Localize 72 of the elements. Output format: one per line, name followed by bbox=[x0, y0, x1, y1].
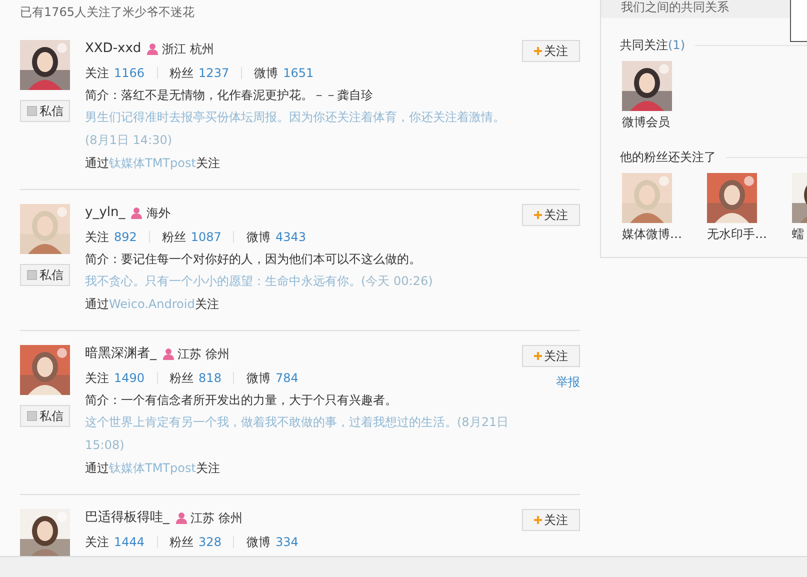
source-link[interactable]: 钛媒体TMTpost bbox=[109, 156, 196, 170]
stat-count[interactable]: 4343 bbox=[275, 231, 306, 243]
source-link[interactable]: Weico.Android bbox=[109, 297, 195, 311]
stat-label: 粉丝 bbox=[170, 372, 194, 384]
stat-label: 微博 bbox=[254, 67, 278, 79]
user-name[interactable]: 无水印手… bbox=[707, 226, 767, 242]
message-button[interactable]: 私信 bbox=[20, 264, 70, 286]
user-location: 江苏 徐州 bbox=[190, 510, 242, 527]
user-name[interactable]: XXD-xxd bbox=[85, 40, 142, 58]
follow-button[interactable]: 关注 bbox=[522, 509, 580, 531]
user-location: 江苏 徐州 bbox=[178, 346, 230, 363]
stat-label: 关注 bbox=[85, 372, 109, 384]
message-icon bbox=[26, 270, 36, 280]
stat-count[interactable]: 1651 bbox=[283, 67, 314, 79]
stat-count[interactable]: 1444 bbox=[114, 536, 145, 548]
follow-button[interactable]: 关注 bbox=[522, 204, 580, 226]
stat-label: 粉丝 bbox=[162, 231, 186, 243]
message-button[interactable]: 私信 bbox=[20, 100, 70, 122]
stat-count[interactable]: 1237 bbox=[198, 67, 230, 79]
stat-label: 关注 bbox=[85, 67, 109, 79]
user-bio: 简介：一个有信念者所开发出的力量，大于个只有兴趣者。 bbox=[85, 392, 398, 409]
panel-title: 我们之间的共同关系 bbox=[621, 0, 729, 14]
user-name[interactable]: 微博会员 bbox=[622, 114, 670, 130]
stat-label: 关注 bbox=[85, 231, 109, 243]
stat-count[interactable]: 328 bbox=[198, 536, 222, 548]
person-icon bbox=[162, 348, 174, 360]
user-bio: 简介：要记住每一个对你好的人，因为他们本可以不这么做的。 bbox=[85, 251, 422, 268]
stat-label: 微博 bbox=[246, 231, 270, 243]
plus-icon bbox=[534, 516, 542, 524]
stat-label: 粉丝 bbox=[170, 536, 194, 548]
stat-count[interactable]: 1490 bbox=[114, 372, 145, 384]
stat-label: 关注 bbox=[85, 536, 109, 548]
section-count: (1) bbox=[668, 38, 685, 52]
stat-label: 微博 bbox=[246, 372, 270, 384]
message-icon bbox=[26, 106, 36, 116]
user-name[interactable]: 媒体微博… bbox=[622, 226, 682, 242]
stat-label: 微博 bbox=[246, 536, 270, 548]
section-title: 共同关注 bbox=[620, 38, 668, 52]
latest-post: 我不贪心。只有一个小小的愿望：生命中永远有你。(今天 00:26) bbox=[85, 273, 434, 290]
latest-post: 男生们记得准时去报亭买份体坛周报。因为你还关注着体育，你还关注着激情。 (8月1日 14:30) bbox=[85, 109, 506, 149]
plus-icon bbox=[534, 352, 542, 360]
stat-count[interactable]: 1087 bbox=[190, 231, 222, 243]
follow-button[interactable]: 关注 bbox=[522, 40, 580, 62]
user-name[interactable]: y_yln_ bbox=[85, 204, 126, 222]
stat-count[interactable]: 892 bbox=[114, 231, 137, 243]
message-icon bbox=[26, 411, 36, 421]
follow-source: 通过钛媒体TMTpost关注 bbox=[85, 460, 221, 477]
person-icon bbox=[131, 207, 142, 219]
stat-count[interactable]: 334 bbox=[275, 536, 298, 548]
person-icon bbox=[176, 512, 186, 524]
user-name[interactable]: 暗黑深渊者_ bbox=[85, 345, 156, 363]
plus-icon bbox=[534, 211, 542, 219]
report-link[interactable]: 举报 bbox=[556, 374, 580, 391]
stat-label: 粉丝 bbox=[170, 67, 194, 79]
follow-source: 通过Weico.Android关注 bbox=[85, 296, 220, 313]
user-bio: 简介：落红不是无情物，化作春泥更护花。－－龚自珍 bbox=[85, 87, 374, 104]
follow-source: 通过钛媒体TMTpost关注 bbox=[85, 155, 221, 172]
follower-count: 已有1765人关注了米少爷不迷花 bbox=[20, 5, 195, 19]
source-link[interactable]: 钛媒体TMTpost bbox=[109, 461, 196, 475]
follow-button[interactable]: 关注 bbox=[522, 345, 580, 367]
person-icon bbox=[147, 43, 158, 55]
message-button[interactable]: 私信 bbox=[20, 405, 70, 427]
stat-count[interactable]: 1166 bbox=[114, 67, 145, 79]
stat-count[interactable]: 784 bbox=[275, 372, 298, 384]
stat-count[interactable]: 818 bbox=[198, 372, 222, 384]
user-name[interactable]: 巴适得板得哇_ bbox=[85, 509, 170, 527]
latest-post: 这个世界上肯定有另一个我，做着我不敢做的事，过着我想过的生活。(8月21日 15:08) bbox=[85, 414, 510, 454]
plus-icon bbox=[534, 47, 542, 55]
user-location: 浙江 杭州 bbox=[162, 41, 214, 58]
section-title: 他的粉丝还关注了 bbox=[620, 150, 716, 164]
user-name[interactable]: 蠕 bbox=[792, 226, 804, 242]
user-location: 海外 bbox=[146, 205, 170, 222]
